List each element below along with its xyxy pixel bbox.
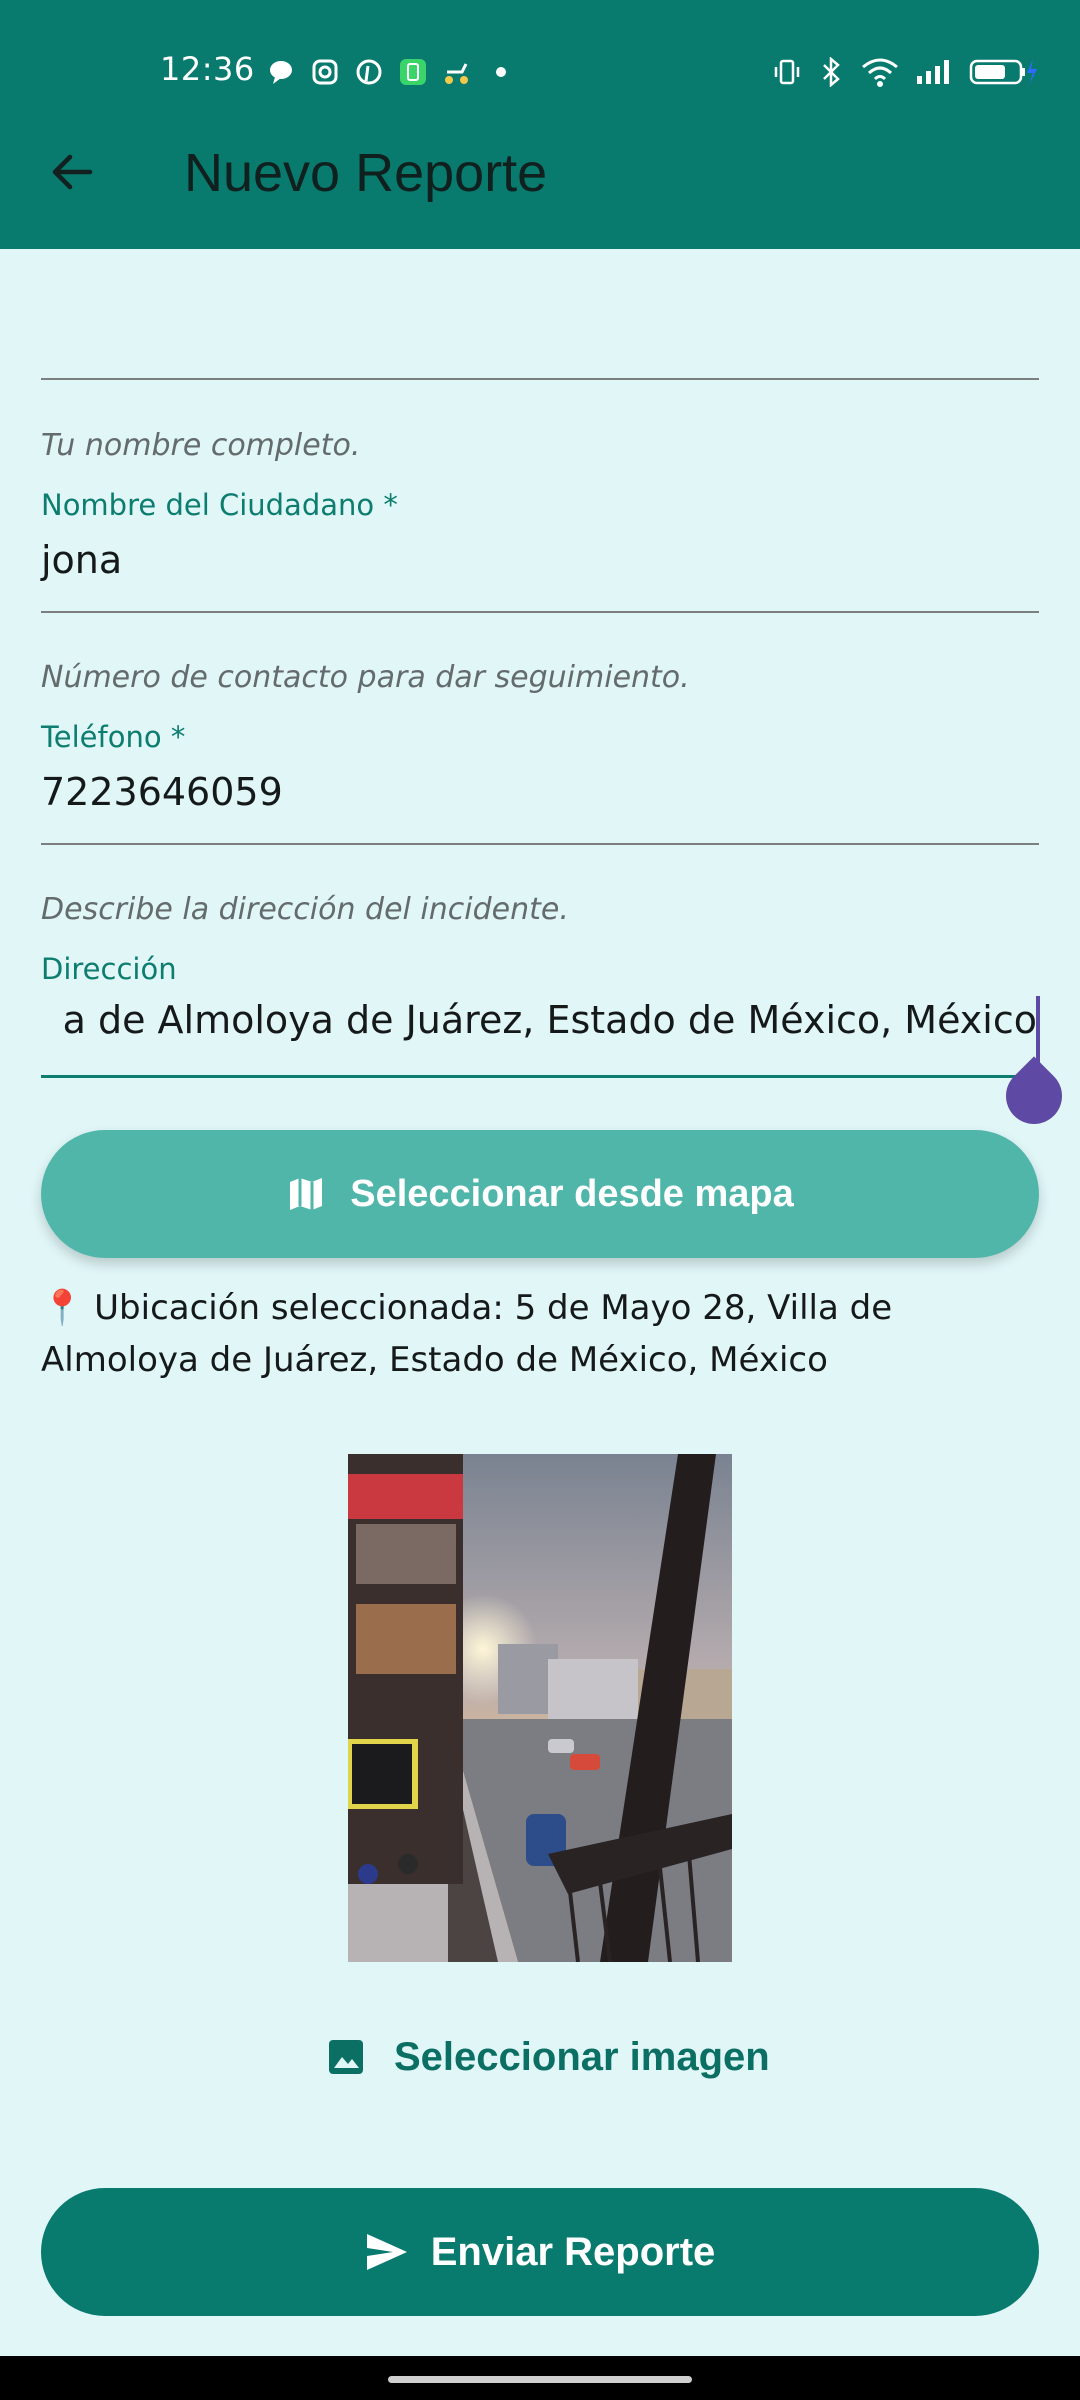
pinterest-icon (354, 57, 384, 87)
previous-field-underline[interactable] (41, 378, 1039, 380)
select-from-map-button[interactable]: Seleccionar desde mapa (41, 1130, 1039, 1258)
name-field-underline (41, 611, 1039, 613)
name-field[interactable]: jona (41, 538, 122, 582)
address-field-label: Dirección (41, 952, 177, 986)
selected-location-text: 📍 Ubicación seleccionada: 5 de Mayo 28, … (41, 1282, 1041, 1386)
page-title: Nuevo Reporte (184, 143, 548, 203)
bluetooth-icon (816, 57, 846, 87)
home-gesture-handle[interactable] (388, 2376, 692, 2383)
phone-field-label: Teléfono * (41, 720, 186, 754)
select-from-map-label: Seleccionar desde mapa (350, 1172, 794, 1215)
notification-icons (266, 56, 516, 88)
map-icon (290, 1178, 323, 1210)
name-helper-text: Tu nombre completo. (41, 428, 361, 463)
phone-field[interactable]: 7223646059 (41, 770, 283, 814)
status-time: 12:36 (160, 50, 255, 88)
signal-icon (914, 57, 954, 87)
instagram-icon (310, 57, 340, 87)
text-cursor-handle[interactable] (994, 1056, 1074, 1136)
submit-report-button[interactable]: Enviar Reporte (41, 2188, 1039, 2316)
select-image-button[interactable]: Seleccionar imagen (326, 2022, 770, 2092)
address-field[interactable]: a de Almoloya de Juárez, Estado de Méxic… (41, 994, 1039, 1058)
app-bar: 12:36 Nuevo Reporte (0, 0, 1080, 249)
submit-report-label: Enviar Reporte (430, 2229, 716, 2274)
image-icon (329, 2040, 363, 2074)
send-icon (366, 2234, 407, 2270)
vibrate-icon (772, 57, 802, 87)
wifi-icon (860, 57, 900, 87)
photo-street-sunset (348, 1454, 732, 1962)
selected-image-preview (348, 1454, 732, 1962)
phone-field-underline (41, 843, 1039, 845)
arrow-back-icon (52, 154, 93, 190)
battery-icon (968, 57, 1040, 87)
address-helper-text: Describe la dirección del incidente. (41, 892, 569, 927)
system-icons (772, 56, 1040, 88)
phone-helper-text: Número de contacto para dar seguimiento. (41, 660, 690, 695)
delivery-icon (442, 57, 472, 87)
name-field-label: Nombre del Ciudadano * (41, 488, 398, 522)
more-notifications-icon (486, 57, 516, 87)
pin-icon: 📍 (41, 1288, 84, 1328)
app-notification-icon (398, 57, 428, 87)
chat-bubble-icon (266, 57, 296, 87)
selected-location-value: Ubicación seleccionada: 5 de Mayo 28, Vi… (41, 1288, 893, 1380)
select-image-label: Seleccionar imagen (394, 2034, 770, 2079)
address-field-underline (41, 1075, 1039, 1078)
address-field-value[interactable]: a de Almoloya de Juárez, Estado de Méxic… (63, 998, 1037, 1042)
text-cursor (1036, 996, 1040, 1068)
back-button[interactable] (40, 140, 104, 204)
